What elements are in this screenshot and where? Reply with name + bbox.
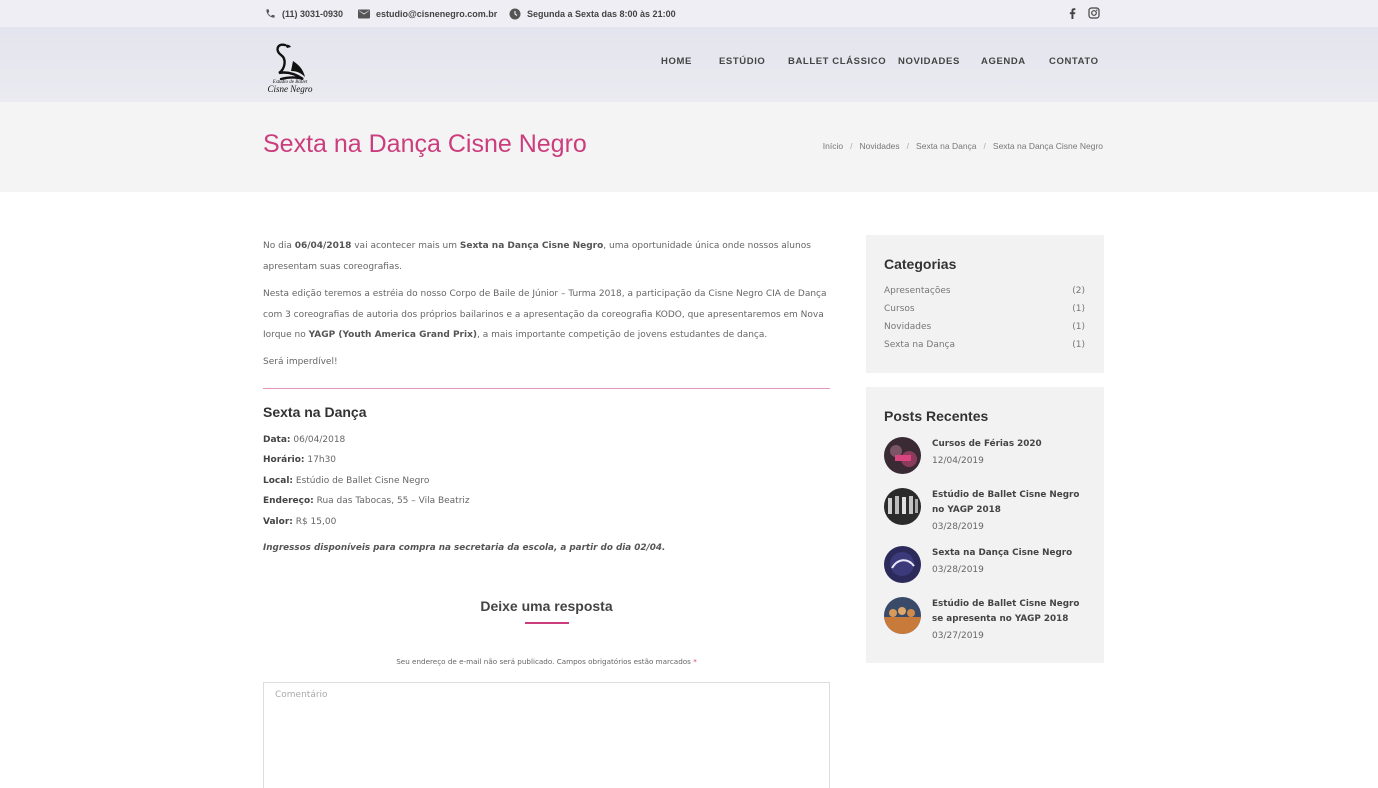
email-address: estudio@cisnenegro.com.br	[376, 8, 498, 19]
comment-textarea[interactable]: Comentário	[263, 682, 830, 788]
svg-text:Cisne Negro: Cisne Negro	[268, 84, 313, 94]
detail-value: 17h30	[304, 455, 337, 466]
yagp-strong: YAGP (Youth America Grand Prix)	[308, 330, 478, 340]
site-logo[interactable]: Estúdio de Ballet Cisne Negro	[263, 39, 317, 95]
divider	[263, 388, 830, 389]
breadcrumb-sexta-na-danca[interactable]: Sexta na Dança	[916, 141, 976, 151]
detail-label: Horário:	[263, 455, 305, 466]
category-item[interactable]: Novidades (1)	[884, 322, 1085, 336]
categories-title: Categorias	[884, 256, 957, 272]
event-date-strong: 06/04/2018	[294, 241, 352, 251]
comment-placeholder: Comentário	[275, 690, 328, 700]
event-title: Sexta na Dança	[263, 404, 367, 420]
category-count: (1)	[1072, 322, 1085, 332]
category-count: (1)	[1072, 340, 1085, 350]
breadcrumb: Início / Novidades / Sexta na Dança / Se…	[823, 141, 1103, 151]
category-count: (1)	[1072, 304, 1085, 314]
category-name[interactable]: Apresentações	[884, 286, 951, 300]
required-mark: *	[693, 657, 697, 666]
post-date: 03/28/2019	[932, 565, 984, 575]
facebook-icon[interactable]	[1065, 6, 1079, 20]
swan-logo-icon: Estúdio de Ballet Cisne Negro	[268, 43, 313, 94]
categories-widget: Categorias Apresentações (2) Cursos (1) No…	[866, 235, 1104, 373]
post-thumbnail[interactable]	[884, 437, 921, 474]
post-title[interactable]: Estúdio de Ballet Cisne Negro no YAGP 20…	[932, 488, 1085, 518]
article-paragraph: Nesta edição teremos a estréia do nosso …	[263, 284, 831, 346]
event-address-row: Endereço: Rua das Tabocas, 55 – Vila Bea…	[263, 491, 470, 511]
note-text: Seu endereço de e-mail não será publicad…	[396, 657, 694, 666]
nav-estudio[interactable]: ESTÚDIO	[719, 56, 765, 70]
tickets-note: Ingressos disponíveis para compra na sec…	[263, 543, 666, 553]
category-name[interactable]: Cursos	[884, 304, 915, 318]
event-time-row: Horário: 17h30	[263, 450, 470, 470]
event-date-row: Data: 06/04/2018	[263, 430, 470, 450]
category-item[interactable]: Sexta na Dança (1)	[884, 340, 1085, 354]
phone-number: (11) 3031-0930	[282, 8, 344, 19]
text-span: , a mais importante competição de jovens…	[477, 330, 768, 340]
top-bar: (11) 3031-0930 estudio@cisnenegro.com.br…	[0, 0, 1378, 27]
recent-posts-widget: Posts Recentes Cursos de Férias 2020 12/…	[866, 387, 1104, 663]
nav-home[interactable]: HOME	[661, 56, 692, 70]
article-paragraph: Será imperdível!	[263, 357, 338, 367]
phone-contact[interactable]: (11) 3031-0930	[265, 7, 343, 20]
nav-agenda[interactable]: AGENDA	[981, 56, 1026, 70]
detail-value: 06/04/2018	[290, 435, 346, 445]
reply-underline	[525, 622, 569, 624]
event-details: Data: 06/04/2018 Horário: 17h30 Local: E…	[263, 430, 470, 532]
category-name[interactable]: Sexta na Dança	[884, 340, 955, 354]
hours-text: Segunda a Sexta das 8:00 às 21:00	[527, 8, 676, 19]
post-thumbnail[interactable]	[884, 546, 921, 583]
detail-value: Rua das Tabocas, 55 – Vila Beatriz	[313, 496, 470, 507]
post-date: 03/27/2019	[932, 631, 984, 641]
detail-label: Local:	[263, 475, 294, 486]
breadcrumb-separator: /	[850, 141, 853, 151]
breadcrumb-separator: /	[906, 141, 910, 151]
category-name[interactable]: Novidades	[884, 322, 931, 336]
reply-note: Seu endereço de e-mail não será publicad…	[263, 657, 830, 666]
post-thumbnail[interactable]	[884, 597, 921, 634]
detail-label: Endereço:	[263, 496, 314, 507]
detail-value: R$ 15,00	[292, 516, 337, 527]
recent-posts-title: Posts Recentes	[884, 408, 989, 424]
nav-contato[interactable]: CONTATO	[1049, 56, 1099, 70]
detail-value: Estúdio de Ballet Cisne Negro	[293, 475, 430, 486]
nav-ballet-classico[interactable]: BALLET CLÁSSICO	[788, 56, 886, 70]
post-date: 03/28/2019	[932, 522, 984, 532]
site-header: Estúdio de Ballet Cisne Negro HOME ESTÚD…	[0, 27, 1378, 102]
detail-label: Valor:	[263, 516, 293, 527]
category-item[interactable]: Cursos (1)	[884, 304, 1085, 318]
post-title[interactable]: Cursos de Férias 2020	[932, 437, 1085, 452]
mail-icon	[358, 9, 370, 18]
breadcrumb-current: Sexta na Dança Cisne Negro	[992, 141, 1103, 151]
category-item[interactable]: Apresentações (2)	[884, 286, 1085, 300]
email-contact[interactable]: estudio@cisnenegro.com.br	[358, 7, 497, 20]
event-name-strong: Sexta na Dança Cisne Negro	[459, 241, 604, 251]
breadcrumb-novidades[interactable]: Novidades	[860, 141, 900, 151]
nav-novidades[interactable]: NOVIDADES	[898, 56, 960, 70]
category-count: (2)	[1072, 286, 1085, 296]
post-title[interactable]: Estúdio de Ballet Cisne Negro se apresen…	[932, 597, 1085, 627]
breadcrumb-separator: /	[983, 141, 986, 151]
event-price-row: Valor: R$ 15,00	[263, 512, 470, 532]
page-title-band	[0, 102, 1378, 192]
post-thumbnail[interactable]	[884, 488, 921, 525]
text-span: vai acontecer mais um	[351, 241, 460, 251]
instagram-icon[interactable]	[1087, 6, 1101, 20]
detail-label: Data:	[263, 435, 291, 445]
opening-hours: Segunda a Sexta das 8:00 às 21:00	[509, 7, 676, 20]
clock-icon	[509, 8, 521, 19]
article-paragraph: No dia 06/04/2018 vai acontecer mais um …	[263, 236, 831, 277]
post-title[interactable]: Sexta na Dança Cisne Negro	[932, 546, 1085, 561]
phone-icon	[266, 9, 275, 18]
post-date: 12/04/2019	[932, 456, 984, 466]
event-location-row: Local: Estúdio de Ballet Cisne Negro	[263, 471, 470, 491]
text-span: No dia	[263, 241, 295, 251]
page-title: Sexta na Dança Cisne Negro	[263, 130, 587, 158]
breadcrumb-inicio[interactable]: Início	[823, 141, 843, 151]
reply-title: Deixe uma resposta	[480, 598, 613, 614]
